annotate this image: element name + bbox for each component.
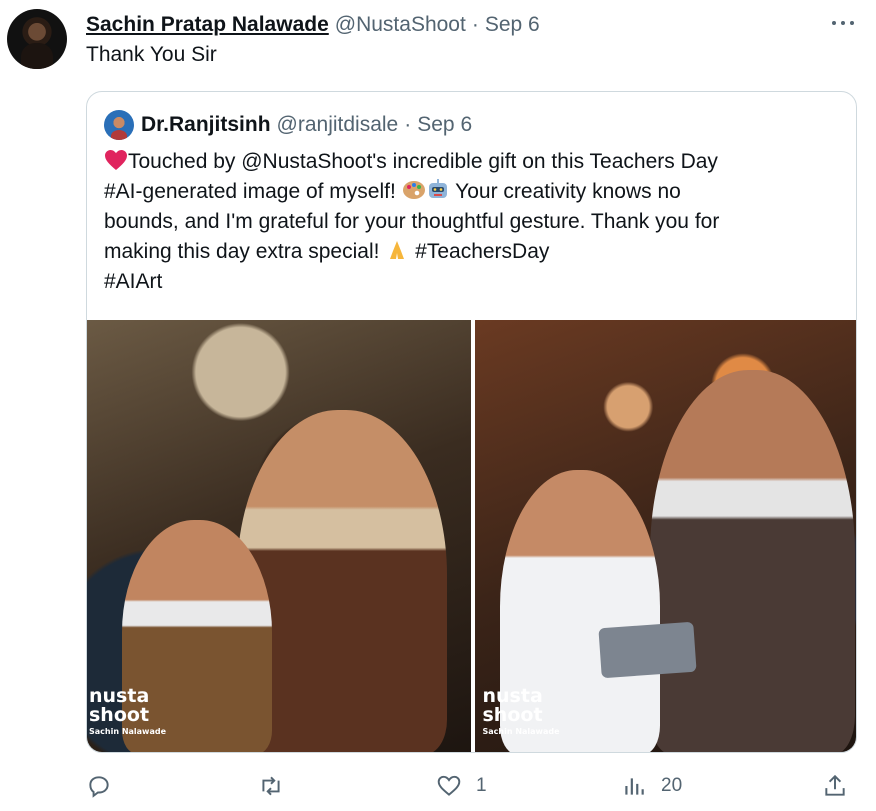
- author-name[interactable]: Sachin Pratap Nalawade: [86, 13, 329, 37]
- like-button[interactable]: 1: [436, 770, 487, 802]
- views-icon: [625, 778, 644, 795]
- separator-dot: ·: [404, 113, 412, 136]
- media-image-1[interactable]: nusta shoot Sachin Nalawade: [87, 320, 471, 752]
- share-icon: [825, 774, 845, 796]
- tweet-actions: 1 20: [86, 770, 856, 802]
- media-image-2[interactable]: nusta shoot Sachin Nalawade: [474, 320, 856, 752]
- hashtag-aiart[interactable]: #AIArt: [104, 270, 162, 293]
- more-options-icon[interactable]: [832, 13, 854, 33]
- quoted-tweet-text: Touched by @NustaShoot's incredible gift…: [104, 147, 844, 297]
- quoted-tweet-date[interactable]: Sep 6: [417, 113, 472, 137]
- like-count: 1: [476, 775, 487, 796]
- image-watermark: nusta shoot Sachin Nalawade: [482, 685, 560, 736]
- red-heart-icon: [105, 150, 127, 170]
- artist-palette-icon: [402, 181, 425, 199]
- reply-icon: [89, 776, 109, 798]
- quoted-author-avatar[interactable]: [104, 110, 134, 140]
- author-handle[interactable]: @NustaShoot: [335, 13, 466, 37]
- quoted-text-line-4: making this day extra special!: [104, 240, 380, 263]
- tablet-device: [597, 621, 697, 679]
- quoted-text-line-3: bounds, and I'm grateful for your though…: [104, 210, 720, 233]
- retweet-icon: [262, 776, 280, 796]
- quoted-tweet-header: Dr.Ranjitsinh @ranjitdisale · Sep 6: [104, 110, 472, 140]
- author-avatar[interactable]: [7, 9, 67, 69]
- tweet-header: Sachin Pratap Nalawade @NustaShoot · Sep…: [86, 11, 836, 39]
- share-button[interactable]: [822, 770, 848, 802]
- robot-icon: [428, 179, 447, 198]
- quoted-tweet[interactable]: Dr.Ranjitsinh @ranjitdisale · Sep 6 Touc…: [86, 91, 857, 753]
- teacher-figure: [649, 370, 855, 752]
- media-grid: nusta shoot Sachin Nalawade nusta shoot …: [87, 320, 856, 752]
- hashtag-teachersday[interactable]: #TeachersDay: [415, 240, 549, 263]
- quoted-text-line-1: Touched by @NustaShoot's incredible gift…: [128, 150, 718, 173]
- heart-icon: [437, 775, 461, 796]
- quoted-text-line-2: #AI-generated image of myself!: [104, 180, 396, 203]
- retweet-button[interactable]: [258, 770, 284, 802]
- image-watermark: nusta shoot Sachin Nalawade: [89, 685, 166, 736]
- folded-hands-icon: [390, 241, 405, 259]
- separator-dot: ·: [471, 13, 479, 36]
- views-count: 20: [661, 775, 683, 796]
- quoted-author-handle[interactable]: @ranjitdisale: [277, 113, 399, 137]
- quoted-text-line-2b: Your creativity knows no: [455, 180, 681, 203]
- quoted-author-name[interactable]: Dr.Ranjitsinh: [141, 113, 271, 137]
- views-button[interactable]: 20: [621, 770, 682, 802]
- tweet-text: Thank You Sir: [86, 43, 217, 66]
- reply-button[interactable]: [86, 770, 112, 802]
- tweet-date[interactable]: Sep 6: [485, 13, 540, 37]
